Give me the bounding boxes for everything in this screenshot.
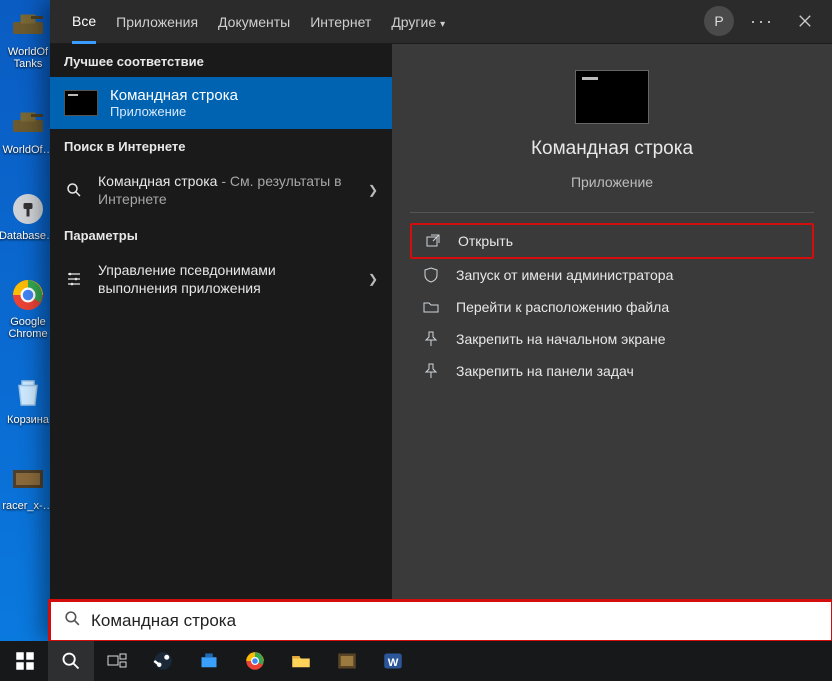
- taskbar: W: [0, 641, 832, 681]
- action-label: Запуск от имени администратора: [456, 267, 673, 283]
- taskbar-app-explorer[interactable]: [278, 641, 324, 681]
- pin-icon: [422, 331, 440, 347]
- preview-subtitle: Приложение: [571, 174, 653, 190]
- desktop-icon-chrome[interactable]: Google Chrome: [6, 276, 50, 340]
- taskbar-app-chrome[interactable]: [232, 641, 278, 681]
- action-run-as-admin[interactable]: Запуск от имени администратора: [410, 259, 814, 291]
- search-icon: [64, 182, 84, 198]
- pin-icon: [422, 363, 440, 379]
- search-bar[interactable]: [50, 601, 832, 641]
- taskbar-app-steam[interactable]: [140, 641, 186, 681]
- search-icon: [64, 610, 81, 632]
- tab-apps[interactable]: Приложения: [116, 2, 198, 42]
- action-pin-start[interactable]: Закрепить на начальном экране: [410, 323, 814, 355]
- desktop-icon-label: Корзина: [7, 414, 49, 426]
- open-icon: [424, 233, 442, 249]
- desktop-icon-label: Database…: [0, 230, 57, 242]
- action-label: Открыть: [458, 233, 513, 249]
- best-match-subtitle: Приложение: [110, 104, 238, 119]
- desktop-icon-wot[interactable]: WorldOf Tanks: [6, 6, 50, 70]
- taskbar-search-button[interactable]: [48, 641, 94, 681]
- action-goto-location[interactable]: Перейти к расположению файла: [410, 291, 814, 323]
- chevron-right-icon: ❯: [368, 183, 378, 197]
- params-item[interactable]: Управление псевдонимами выполнения прило…: [50, 251, 392, 307]
- desktop-icon-recycle[interactable]: Корзина: [6, 374, 50, 426]
- taskbar-app-generic2[interactable]: [324, 641, 370, 681]
- action-label: Закрепить на начальном экране: [456, 331, 666, 347]
- desktop-icon-label: WorldOf…: [2, 144, 53, 156]
- web-search-header: Поиск в Интернете: [50, 129, 392, 162]
- user-avatar[interactable]: P: [704, 6, 734, 36]
- divider: [410, 212, 814, 213]
- preview-panel: Командная строка Приложение Открыть Запу…: [392, 44, 832, 641]
- close-button[interactable]: [790, 6, 820, 36]
- action-label: Закрепить на панели задач: [456, 363, 634, 379]
- search-popup: Все Приложения Документы Интернет Другие…: [50, 0, 832, 641]
- results-panel: Лучшее соответствие Командная строка При…: [50, 44, 392, 641]
- folder-icon: [422, 299, 440, 315]
- action-open[interactable]: Открыть: [410, 223, 814, 259]
- desktop-icon-label: WorldOf Tanks: [6, 46, 50, 70]
- desktop-icon-label: Google Chrome: [6, 316, 50, 340]
- tab-other[interactable]: Другие▾: [391, 2, 445, 42]
- desktop-icon-wot2[interactable]: WorldOf…: [6, 104, 50, 156]
- web-search-item[interactable]: Командная строка - См. результаты в Инте…: [50, 162, 392, 218]
- desktop-icon-label: racer_x-…: [2, 500, 53, 512]
- search-input[interactable]: [91, 611, 818, 631]
- params-header: Параметры: [50, 218, 392, 251]
- action-label: Перейти к расположению файла: [456, 299, 669, 315]
- desktop-icon-database[interactable]: Database…: [6, 190, 50, 242]
- best-match-item[interactable]: Командная строка Приложение: [50, 77, 392, 129]
- tab-internet[interactable]: Интернет: [310, 2, 371, 42]
- svg-text:W: W: [388, 657, 399, 669]
- best-match-header: Лучшее соответствие: [50, 44, 392, 77]
- chevron-down-icon: ▾: [440, 19, 445, 30]
- tab-all[interactable]: Все: [72, 1, 96, 44]
- search-tabs: Все Приложения Документы Интернет Другие…: [50, 0, 832, 44]
- preview-title: Командная строка: [531, 138, 693, 160]
- taskbar-app-word[interactable]: W: [370, 641, 416, 681]
- start-button[interactable]: [2, 641, 48, 681]
- tab-docs[interactable]: Документы: [218, 2, 290, 42]
- more-button[interactable]: ···: [744, 11, 780, 32]
- desktop-icon-racer[interactable]: racer_x-…: [6, 460, 50, 512]
- cmd-icon: [64, 90, 98, 116]
- cmd-icon: [575, 70, 649, 124]
- taskbar-taskview-button[interactable]: [94, 641, 140, 681]
- action-pin-taskbar[interactable]: Закрепить на панели задач: [410, 355, 814, 387]
- desktop-icons: WorldOf Tanks WorldOf… Database… Google …: [6, 6, 50, 512]
- settings-list-icon: [64, 271, 84, 287]
- shield-icon: [422, 267, 440, 283]
- chevron-right-icon: ❯: [368, 272, 378, 286]
- taskbar-app-generic[interactable]: [186, 641, 232, 681]
- desktop-background: WorldOf Tanks WorldOf… Database… Google …: [0, 0, 832, 681]
- best-match-title: Командная строка: [110, 87, 238, 104]
